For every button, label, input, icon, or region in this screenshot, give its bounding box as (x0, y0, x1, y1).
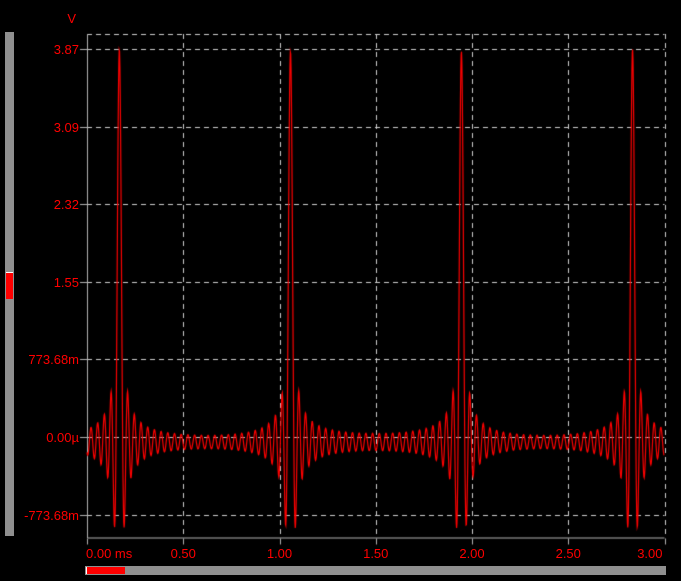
horizontal-scrollbar-track[interactable] (85, 566, 666, 575)
horizontal-scrollbar-thumb[interactable] (86, 567, 125, 574)
x-axis-tick-label: 3.00 (637, 546, 663, 561)
vertical-scrollbar-track[interactable] (5, 32, 14, 536)
x-axis-tick-label: 1.50 (363, 546, 389, 561)
x-axis-tick-label: 0.50 (170, 546, 196, 561)
waveform-viewer: V 3.87 3.09 2.32 1.55 773.68m 0.00µ -773.68m 0.… (0, 0, 681, 581)
vertical-scrollbar-thumb[interactable] (6, 272, 13, 299)
x-axis-tick-label: 1.00 (266, 546, 293, 561)
x-axis-tick-label: 0.00 ms (86, 546, 133, 561)
y-axis-unit-label: V (67, 11, 76, 26)
plot-area[interactable] (0, 0, 681, 581)
x-axis-tick-label: 2.00 (459, 546, 485, 561)
